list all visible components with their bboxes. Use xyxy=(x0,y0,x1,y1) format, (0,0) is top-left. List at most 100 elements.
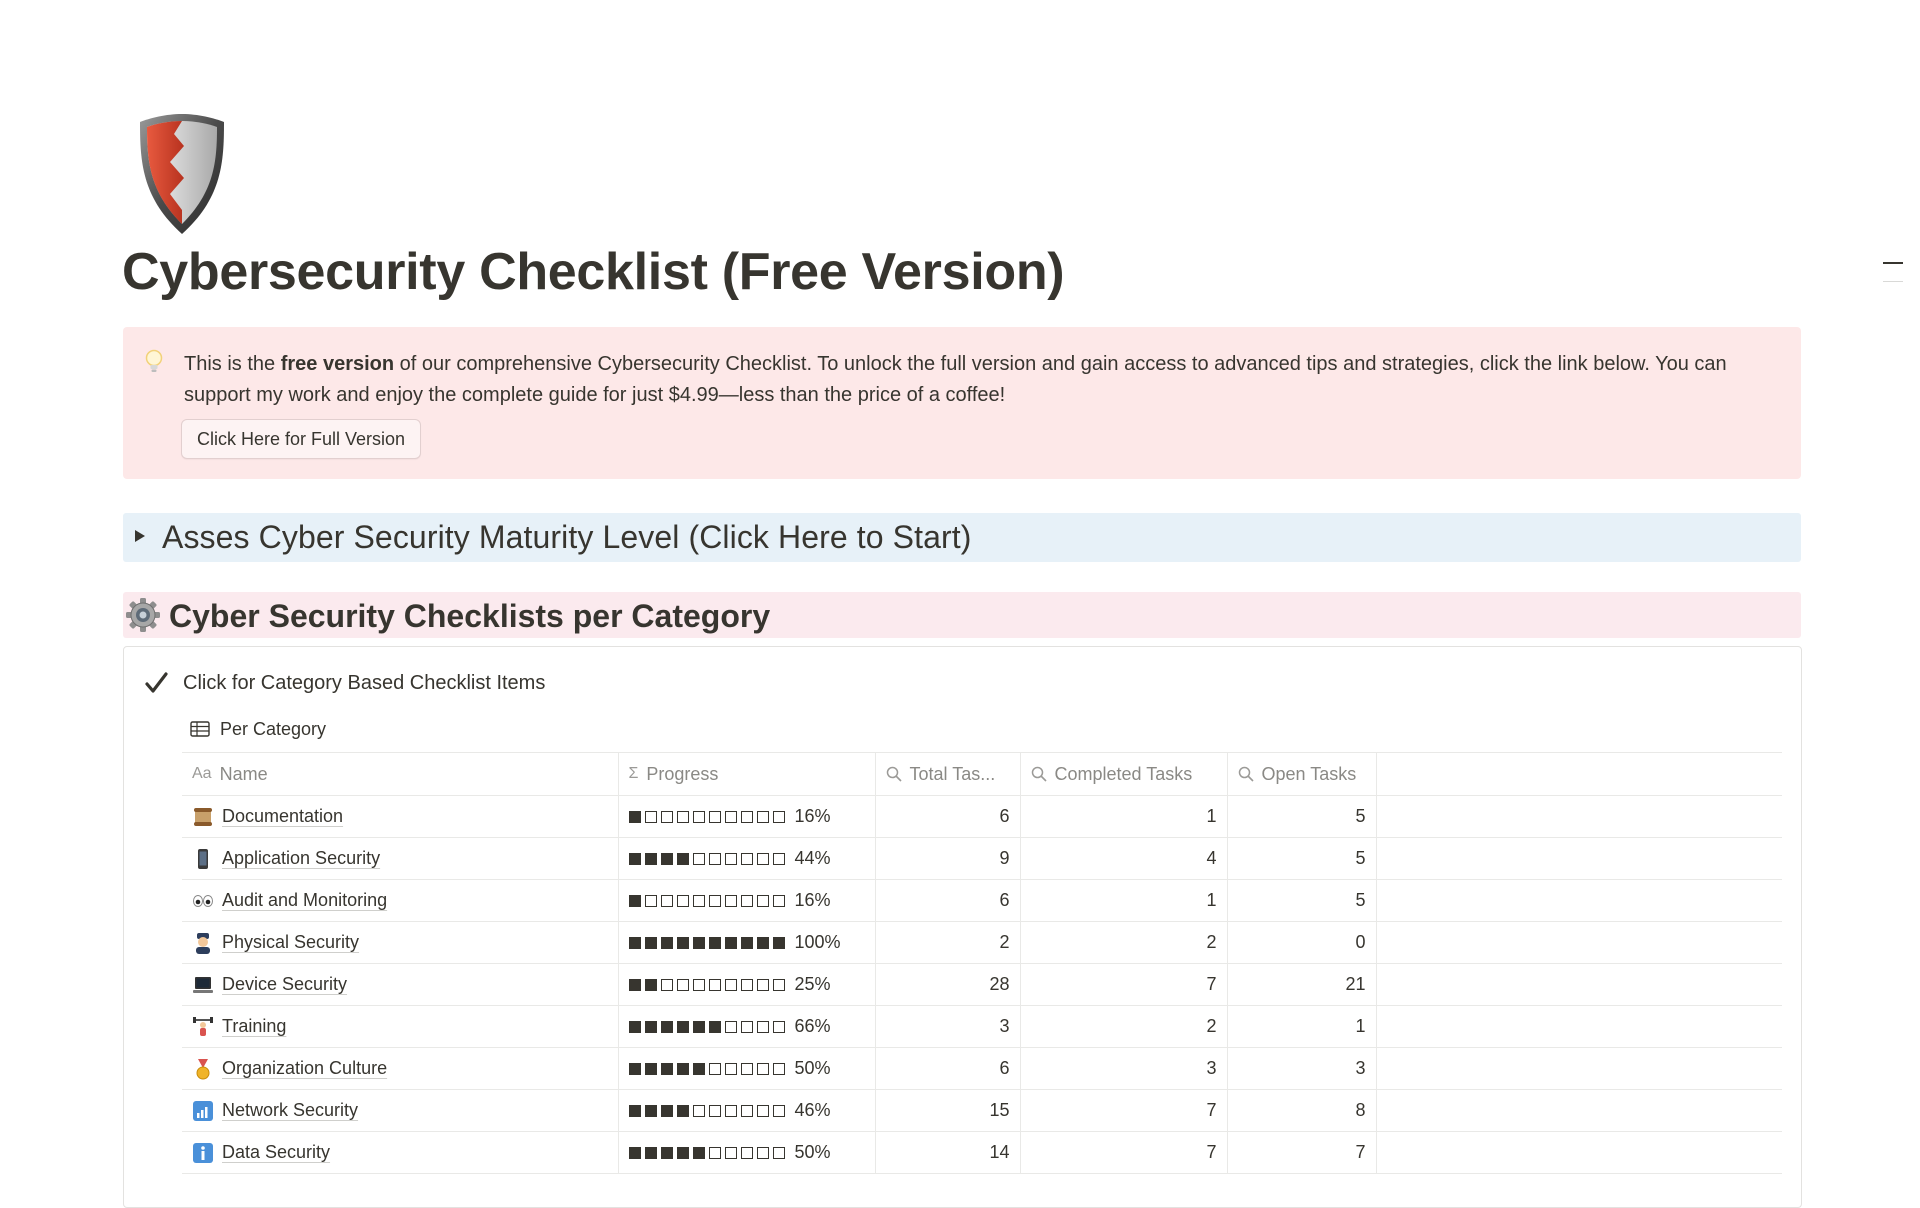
cell-progress[interactable]: 66% xyxy=(618,1005,876,1048)
row-title-link[interactable]: Audit and Monitoring xyxy=(222,890,387,911)
callout-text-end: of our comprehensive Cybersecurity Check… xyxy=(184,353,1727,406)
cell-name[interactable]: Organization Culture xyxy=(182,1047,619,1090)
cell-progress[interactable]: 50% xyxy=(618,1131,876,1174)
row-title-link[interactable]: Network Security xyxy=(222,1100,358,1121)
row-title-link[interactable]: Data Security xyxy=(222,1142,330,1163)
outline-indicator[interactable] xyxy=(1883,262,1903,264)
progress-square xyxy=(692,1020,705,1033)
cell-name[interactable]: Audit and Monitoring xyxy=(182,879,619,922)
column-header-total-tasks[interactable]: Total Tas... xyxy=(875,752,1021,796)
cell-total-tasks[interactable]: 3 xyxy=(875,1005,1021,1048)
table-row[interactable]: Training 66% 3 2 1 xyxy=(182,1005,1782,1048)
progress-square xyxy=(740,852,753,865)
cell-name[interactable]: Physical Security xyxy=(182,921,619,964)
cell-progress[interactable]: 50% xyxy=(618,1047,876,1090)
progress-bar: 46% xyxy=(628,1100,865,1121)
cell-open-tasks[interactable]: 5 xyxy=(1227,837,1377,880)
column-header-label: Name xyxy=(219,763,268,784)
table-row[interactable]: Audit and Monitoring 16% 6 1 5 xyxy=(182,879,1782,922)
full-version-button[interactable]: Click Here for Full Version xyxy=(181,419,422,459)
cell-completed-tasks[interactable]: 2 xyxy=(1020,921,1228,964)
cell-completed-tasks[interactable]: 7 xyxy=(1020,963,1228,1006)
row-title-link[interactable]: Application Security xyxy=(222,848,380,869)
table-row[interactable]: Device Security 25% 28 7 21 xyxy=(182,963,1782,1006)
cell-name[interactable]: Application Security xyxy=(182,837,619,880)
progress-percent: 44% xyxy=(794,848,831,868)
progress-square xyxy=(692,978,705,991)
cell-total-tasks[interactable]: 15 xyxy=(875,1089,1021,1132)
column-header-name[interactable]: Aa Name xyxy=(182,752,619,796)
cell-total-tasks[interactable]: 6 xyxy=(875,1047,1021,1090)
shield-icon[interactable] xyxy=(136,112,228,236)
cell-progress[interactable]: 16% xyxy=(618,879,876,922)
cell-total-tasks[interactable]: 14 xyxy=(875,1131,1021,1174)
cell-total-tasks[interactable]: 6 xyxy=(875,879,1021,922)
panel-label[interactable]: Click for Category Based Checklist Items xyxy=(183,669,545,697)
row-title-link[interactable]: Physical Security xyxy=(222,932,359,953)
view-tab-label[interactable]: Per Category xyxy=(220,719,326,740)
cell-completed-tasks[interactable]: 7 xyxy=(1020,1131,1228,1174)
cell-name[interactable]: Device Security xyxy=(182,963,619,1006)
progress-square xyxy=(772,810,785,823)
cell-open-tasks[interactable]: 5 xyxy=(1227,879,1377,922)
notion-page: Cybersecurity Checklist (Free Version) T… xyxy=(0,0,1920,1208)
cell-total-tasks[interactable]: 28 xyxy=(875,963,1021,1006)
toggle-arrow-icon[interactable] xyxy=(135,530,145,542)
row-title-link[interactable]: Organization Culture xyxy=(222,1058,387,1079)
cell-completed-tasks[interactable]: 3 xyxy=(1020,1047,1228,1090)
column-header-open-tasks[interactable]: Open Tasks xyxy=(1227,752,1377,796)
cell-completed-tasks[interactable]: 1 xyxy=(1020,795,1228,838)
cell-open-tasks[interactable]: 1 xyxy=(1227,1005,1377,1048)
search-icon xyxy=(1031,766,1047,782)
cell-completed-tasks[interactable]: 2 xyxy=(1020,1005,1228,1048)
cell-open-tasks[interactable]: 3 xyxy=(1227,1047,1377,1090)
cell-progress[interactable]: 25% xyxy=(618,963,876,1006)
cell-open-tasks[interactable]: 8 xyxy=(1227,1089,1377,1132)
progress-square xyxy=(628,936,641,949)
cell-completed-tasks[interactable]: 4 xyxy=(1020,837,1228,880)
toggle-heading-label[interactable]: Asses Cyber Security Maturity Level (Cli… xyxy=(162,517,971,557)
table-row[interactable]: Network Security 46% 15 7 8 xyxy=(182,1089,1782,1132)
cell-total-tasks[interactable]: 2 xyxy=(875,921,1021,964)
table-row[interactable]: Application Security 44% 9 4 5 xyxy=(182,837,1782,880)
progress-square xyxy=(772,978,785,991)
progress-square xyxy=(756,894,769,907)
cell-name[interactable]: Data Security xyxy=(182,1131,619,1174)
table-row[interactable]: Organization Culture 50% 6 3 3 xyxy=(182,1047,1782,1090)
cell-total-tasks[interactable]: 6 xyxy=(875,795,1021,838)
cell-open-tasks[interactable]: 21 xyxy=(1227,963,1377,1006)
row-title-link[interactable]: Documentation xyxy=(222,806,343,827)
laptop-icon xyxy=(192,974,214,996)
table-row[interactable]: Data Security 50% 14 7 7 xyxy=(182,1131,1782,1174)
cell-completed-tasks[interactable]: 7 xyxy=(1020,1089,1228,1132)
cell-progress[interactable]: 16% xyxy=(618,795,876,838)
progress-percent: 100% xyxy=(794,932,841,952)
cell-progress[interactable]: 44% xyxy=(618,837,876,880)
row-title-link[interactable]: Training xyxy=(222,1016,286,1037)
cell-name[interactable]: Documentation xyxy=(182,795,619,838)
cell-completed-tasks[interactable]: 1 xyxy=(1020,879,1228,922)
cell-empty xyxy=(1376,1005,1782,1048)
cell-empty xyxy=(1376,879,1782,922)
search-icon xyxy=(886,766,902,782)
cell-total-tasks[interactable]: 9 xyxy=(875,837,1021,880)
cell-progress[interactable]: 46% xyxy=(618,1089,876,1132)
cell-name[interactable]: Training xyxy=(182,1005,619,1048)
column-header-label: Total Tas... xyxy=(909,763,996,784)
cell-open-tasks[interactable]: 7 xyxy=(1227,1131,1377,1174)
column-header-completed-tasks[interactable]: Completed Tasks xyxy=(1020,752,1228,796)
maturity-toggle-heading[interactable]: Asses Cyber Security Maturity Level (Cli… xyxy=(123,513,1801,562)
cell-name[interactable]: Network Security xyxy=(182,1089,619,1132)
column-header-progress[interactable]: Σ Progress xyxy=(618,752,876,796)
table-row[interactable]: Physical Security 100% 2 2 0 xyxy=(182,921,1782,964)
cell-progress[interactable]: 100% xyxy=(618,921,876,964)
page-title[interactable]: Cybersecurity Checklist (Free Version) xyxy=(122,236,1065,308)
view-tab-per-category[interactable]: Per Category xyxy=(190,715,326,743)
cell-open-tasks[interactable]: 0 xyxy=(1227,921,1377,964)
cell-open-tasks[interactable]: 5 xyxy=(1227,795,1377,838)
progress-bar: 25% xyxy=(628,974,865,995)
table-row[interactable]: Documentation 16% 6 1 5 xyxy=(182,795,1782,838)
category-checklist-panel: Click for Category Based Checklist Items… xyxy=(123,646,1802,1208)
outline-indicator-secondary[interactable] xyxy=(1883,281,1903,282)
row-title-link[interactable]: Device Security xyxy=(222,974,347,995)
